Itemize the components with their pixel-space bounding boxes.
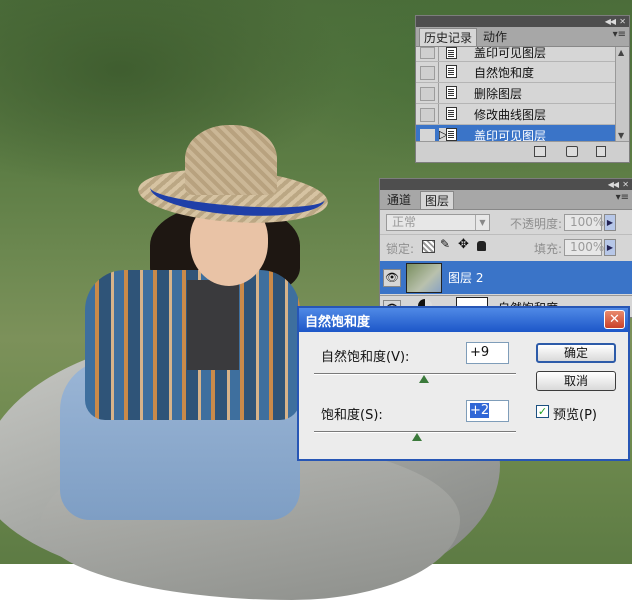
history-snapshot-box[interactable]	[420, 66, 435, 80]
layer-row-selected[interactable]: 👁 图层 2	[380, 261, 632, 294]
opacity-value: 100%	[570, 215, 605, 229]
vibrance-dialog: 自然饱和度 ✕ 自然饱和度(V): +9 饱和度(S): +2 确定 取消 ✓ …	[297, 306, 630, 461]
new-document-from-state-icon[interactable]	[534, 146, 546, 157]
history-state-icon	[446, 47, 457, 59]
history-item-label: 自然饱和度	[474, 66, 535, 80]
fill-field[interactable]: 100%	[564, 239, 605, 256]
dialog-title-bar[interactable]: 自然饱和度 ✕	[299, 308, 628, 332]
opacity-label: 不透明度:	[510, 217, 563, 231]
panel-top-strip: ◀◀ ✕	[380, 179, 632, 190]
blend-mode-select[interactable]: 正常 ▼	[386, 214, 490, 231]
dialog-close-button[interactable]: ✕	[604, 310, 625, 329]
opacity-slider-arrow-icon[interactable]: ▶	[604, 214, 616, 231]
collapse-icon[interactable]: ◀◀	[608, 179, 619, 190]
trash-icon[interactable]	[596, 146, 606, 157]
layers-tabbar: 通道 图层 ▾≡	[380, 190, 632, 210]
dialog-title: 自然饱和度	[305, 315, 371, 330]
fill-slider-arrow-icon[interactable]: ▶	[604, 239, 616, 256]
history-item-label: 盖印可见图层	[474, 47, 547, 60]
lock-transparent-icon[interactable]	[422, 240, 435, 253]
history-state-icon	[446, 128, 457, 141]
saturation-value: +2	[470, 403, 490, 418]
layer-name: 图层 2	[448, 271, 484, 285]
tab-layers[interactable]: 图层	[420, 191, 455, 209]
history-state-icon	[446, 65, 457, 78]
history-snapshot-box[interactable]	[420, 108, 435, 122]
cancel-button[interactable]: 取消	[536, 371, 616, 391]
ok-button[interactable]: 确定	[536, 343, 616, 363]
history-state-icon	[446, 107, 457, 120]
tab-channels[interactable]: 通道	[383, 191, 415, 209]
layer-thumbnail	[406, 263, 442, 293]
opacity-field[interactable]: 100%	[564, 214, 605, 231]
history-list: 盖印可见图层 自然饱和度 删除图层 修改曲线图层 ▷ 盖印可见图层	[416, 47, 616, 146]
hat-crown	[185, 125, 277, 195]
history-snapshot-box[interactable]	[420, 47, 435, 59]
vibrance-slider-thumb[interactable]	[419, 375, 430, 383]
vibrance-input[interactable]: +9	[466, 342, 509, 364]
camera-snapshot-icon[interactable]	[566, 146, 578, 157]
history-snapshot-box[interactable]	[420, 87, 435, 101]
tab-actions[interactable]: 动作	[479, 28, 511, 46]
lock-position-move-icon[interactable]: ✥	[458, 237, 469, 252]
panel-menu-icon[interactable]: ▾≡	[613, 29, 626, 40]
preview-checkbox[interactable]: ✓	[536, 405, 549, 418]
shirt	[187, 280, 239, 370]
panel-menu-icon[interactable]: ▾≡	[616, 192, 629, 203]
chevron-down-icon: ▼	[475, 215, 489, 230]
close-icon[interactable]: ✕	[619, 16, 626, 27]
lock-label: 锁定:	[386, 242, 415, 256]
saturation-label: 饱和度(S):	[321, 408, 383, 423]
vibrance-slider-track[interactable]	[314, 373, 516, 375]
layers-panel: ◀◀ ✕ 通道 图层 ▾≡ 正常 ▼ 不透明度: 100% ▶ 锁定: ✎ ✥ …	[379, 178, 632, 323]
saturation-slider-thumb[interactable]	[412, 433, 423, 441]
fill-label: 填充:	[534, 242, 563, 256]
lock-all-icon[interactable]	[477, 241, 486, 251]
history-item[interactable]: 盖印可见图层	[416, 47, 616, 62]
history-item-label: 修改曲线图层	[474, 108, 547, 122]
blend-mode-value: 正常	[392, 215, 417, 229]
vibrance-label: 自然饱和度(V):	[321, 350, 410, 365]
panel-top-strip: ◀◀ ✕	[416, 16, 629, 27]
history-item[interactable]: 自然饱和度	[416, 62, 616, 83]
vibrance-value: +9	[470, 345, 490, 360]
history-tabbar: 历史记录 动作 ▾≡	[416, 27, 629, 47]
history-panel: ◀◀ ✕ 历史记录 动作 ▾≡ 盖印可见图层 自然饱和度 删除图层 修改曲线图层	[415, 15, 630, 163]
lock-row: 锁定: ✎ ✥ 填充: 100% ▶	[380, 234, 632, 259]
eye-icon[interactable]: 👁	[383, 269, 401, 287]
collapse-icon[interactable]: ◀◀	[605, 16, 616, 27]
tab-history[interactable]: 历史记录	[419, 28, 478, 46]
scroll-up-icon[interactable]: ▲	[618, 48, 624, 57]
fill-value: 100%	[570, 240, 605, 254]
lock-image-brush-icon[interactable]: ✎	[440, 237, 450, 251]
close-icon[interactable]: ✕	[622, 179, 629, 190]
history-item-label: 删除图层	[474, 87, 523, 101]
blend-row: 正常 ▼ 不透明度: 100% ▶	[380, 210, 632, 234]
history-item[interactable]: 删除图层	[416, 83, 616, 104]
scroll-down-icon[interactable]: ▼	[618, 131, 624, 140]
history-item[interactable]: 修改曲线图层	[416, 104, 616, 125]
history-state-icon	[446, 86, 457, 99]
preview-label[interactable]: 预览(P)	[553, 404, 597, 423]
history-scrollbar[interactable]: ▲ ▼	[615, 47, 629, 141]
history-footer	[416, 141, 629, 162]
saturation-input[interactable]: +2	[466, 400, 509, 422]
